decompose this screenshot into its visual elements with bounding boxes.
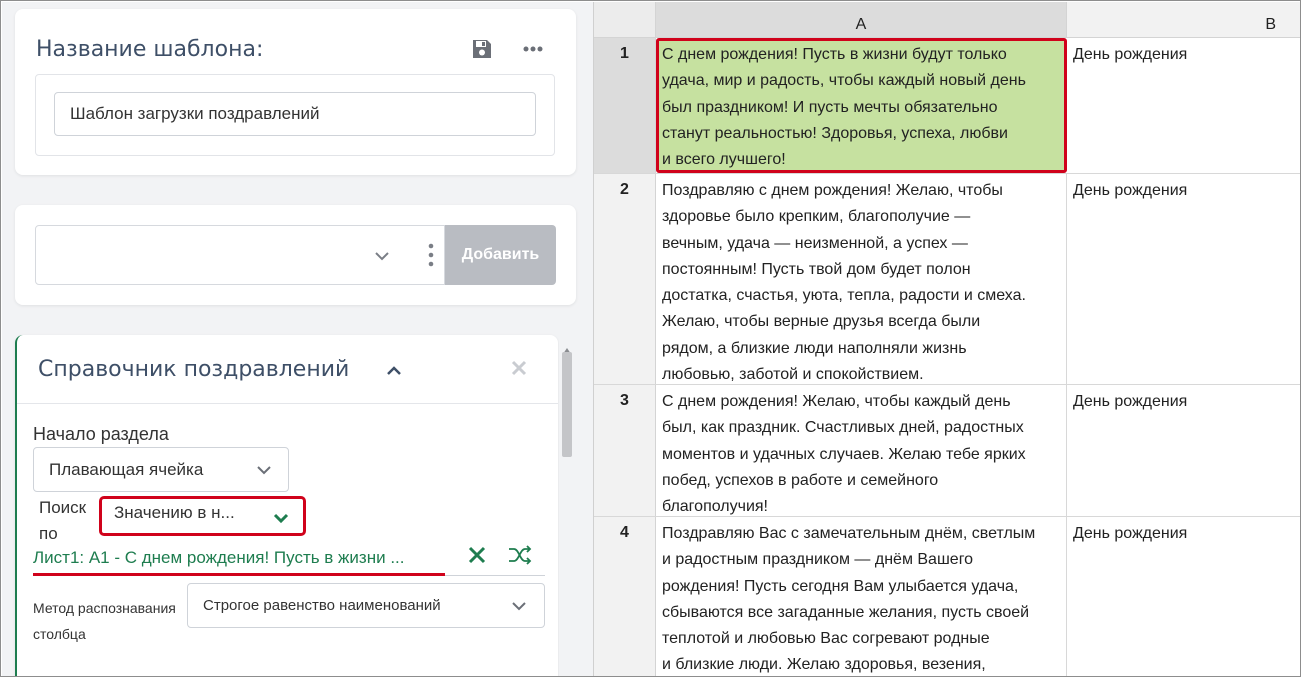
section-start-select[interactable]: Плавающая ячейка xyxy=(33,447,289,492)
clear-icon[interactable] xyxy=(467,545,487,565)
table-row: 2 Поздравляю с днем рождения! Желаю, что… xyxy=(594,174,1300,385)
remove-section-icon[interactable] xyxy=(511,359,527,381)
cell-b[interactable]: День рождения xyxy=(1067,38,1300,173)
method-select[interactable]: Строгое равенство наименований xyxy=(187,583,545,628)
section-start-value: Плавающая ячейка xyxy=(49,460,204,479)
cell-b[interactable]: День рождения xyxy=(1067,174,1300,384)
chevron-down-icon[interactable] xyxy=(374,248,390,264)
spreadsheet: A B 1 С днем рождения! Пусть в жизни буд… xyxy=(593,2,1300,676)
chevron-down-icon xyxy=(511,598,527,614)
table-row: 4 Поздравляю Вас с замечательным днём, с… xyxy=(594,517,1300,676)
search-by-label: Поиск по xyxy=(39,498,87,543)
row-number[interactable]: 2 xyxy=(594,174,656,384)
row-number[interactable]: 3 xyxy=(594,385,656,516)
section-title: Справочник поздравлений xyxy=(38,357,350,382)
scroll-up-arrow-icon[interactable] xyxy=(563,339,571,354)
sheet-corner[interactable] xyxy=(594,2,656,38)
template-name-box xyxy=(35,74,555,156)
cell-a[interactable]: Поздравляю Вас с замечательным днём, све… xyxy=(656,517,1067,676)
scrollbar-thumb[interactable] xyxy=(562,352,572,457)
left-panel: Название шаблона: Шаблон загрузки поздра… xyxy=(2,2,593,676)
cell-reference-link[interactable]: Лист1: A1 - С днем рождения! Пусть в жиз… xyxy=(33,548,453,568)
selected-cell-a1[interactable]: С днем рождения! Пусть в жизни будут тол… xyxy=(656,38,1067,173)
cell-b[interactable]: День рождения xyxy=(1067,517,1300,676)
template-title: Название шаблона: xyxy=(36,37,264,62)
add-section-card: Добавить xyxy=(15,205,576,305)
row-number[interactable]: 4 xyxy=(594,517,656,676)
section-type-select[interactable] xyxy=(35,225,445,285)
column-header-a[interactable]: A xyxy=(656,2,1067,38)
method-value: Строгое равенство наименований xyxy=(203,597,441,614)
method-label: Метод распознавания столбца xyxy=(33,600,176,642)
collapse-caret-icon[interactable] xyxy=(385,362,403,380)
section-card: Справочник поздравлений Начало раздела П… xyxy=(15,335,558,676)
row-number[interactable]: 1 xyxy=(594,38,656,173)
chevron-down-icon xyxy=(256,462,272,478)
section-start-label: Начало раздела xyxy=(33,424,169,444)
vertical-dots-icon[interactable] xyxy=(428,243,434,267)
more-options-icon[interactable] xyxy=(522,39,544,59)
search-by-value: Значению в н... xyxy=(114,503,235,522)
search-by-select[interactable]: Значению в н... xyxy=(99,496,306,536)
chevron-down-icon xyxy=(272,509,290,527)
cell-b[interactable]: День рождения xyxy=(1067,385,1300,516)
column-header-b[interactable]: B xyxy=(1067,2,1300,38)
add-button[interactable]: Добавить xyxy=(445,225,556,285)
save-icon[interactable] xyxy=(471,38,493,60)
table-row: 3 С днем рождения! Желаю, чтобы каждый д… xyxy=(594,385,1300,517)
cell-a[interactable]: С днем рождения! Желаю, чтобы каждый ден… xyxy=(656,385,1067,516)
reference-highlight xyxy=(33,573,445,576)
template-card: Название шаблона: xyxy=(15,9,576,175)
template-name-input[interactable] xyxy=(54,92,536,136)
app-window: Название шаблона: Шаблон загрузки поздра… xyxy=(0,0,1301,677)
shuffle-icon[interactable] xyxy=(508,544,532,566)
section-header: Справочник поздравлений xyxy=(17,335,558,404)
cell-a[interactable]: Поздравляю с днем рождения! Желаю, чтобы… xyxy=(656,174,1067,384)
table-row: 1 С днем рождения! Пусть в жизни будут т… xyxy=(594,38,1300,174)
